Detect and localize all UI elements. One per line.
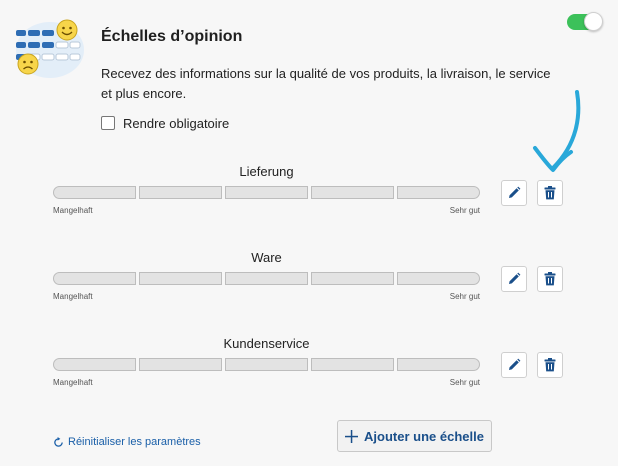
reset-icon [54,436,63,447]
enable-toggle[interactable] [567,12,603,31]
scale-high-label: Sehr gut [449,206,480,215]
toggle-knob[interactable] [584,12,603,31]
trash-icon [544,358,556,372]
scale-lieferung: Lieferung Mangelhaft Sehr gut [53,164,480,220]
delete-scale-button[interactable] [537,266,563,292]
scale-low-label: Mangelhaft [53,292,93,301]
scale-segment [139,358,222,371]
add-scale-button[interactable]: Ajouter une échelle [337,420,492,452]
trash-icon [544,186,556,200]
plus-icon [345,429,359,443]
scale-segment [397,186,480,199]
scale-segment [139,272,222,285]
scale-segment [311,272,394,285]
scale-bar [53,186,480,199]
scale-segment [53,272,136,285]
pencil-icon [509,186,521,198]
reset-settings-link[interactable]: Réinitialiser les paramètres [53,436,201,448]
scale-segment [225,186,308,199]
scale-high-label: Sehr gut [449,292,480,301]
scale-segment [225,272,308,285]
scale-segment [53,186,136,199]
edit-scale-button[interactable] [501,266,527,292]
scale-segment [225,358,308,371]
scale-segment [397,272,480,285]
scale-low-label: Mangelhaft [53,206,93,215]
scale-segment [397,358,480,371]
required-checkbox-label: Rendre obligatoire [123,115,230,131]
scale-label: Ware [251,250,282,265]
scale-segment [53,358,136,371]
scale-label: Lieferung [239,164,294,179]
add-scale-label: Ajouter une échelle [364,428,484,444]
section-title: Échelles d’opinion [101,28,243,45]
scale-bar [53,358,480,371]
scale-kundenservice: Kundenservice Mangelhaft Sehr gut [53,336,480,392]
pencil-icon [509,272,521,284]
pencil-icon [509,358,521,370]
edit-scale-button[interactable] [501,180,527,206]
scale-segment [311,186,394,199]
annotation-arrow-icon [533,90,581,172]
edit-scale-button[interactable] [501,352,527,378]
opinion-scales-illustration-icon [16,19,84,78]
scale-label: Kundenservice [223,336,310,351]
delete-scale-button[interactable] [537,180,563,206]
reset-settings-label: Réinitialiser les paramètres [68,436,201,448]
delete-scale-button[interactable] [537,352,563,378]
scale-segment [139,186,222,199]
scale-segment [311,358,394,371]
scale-ware: Ware Mangelhaft Sehr gut [53,250,480,306]
scale-bar [53,272,480,285]
opinion-scales-panel: Échelles d’opinion Recevez des informati… [0,0,618,466]
trash-icon [544,272,556,286]
scale-high-label: Sehr gut [449,378,480,387]
scale-low-label: Mangelhaft [53,378,93,387]
section-description: Recevez des informations sur la qualité … [101,66,551,101]
required-checkbox[interactable] [101,116,115,130]
required-checkbox-row[interactable]: Rendre obligatoire [101,114,229,132]
